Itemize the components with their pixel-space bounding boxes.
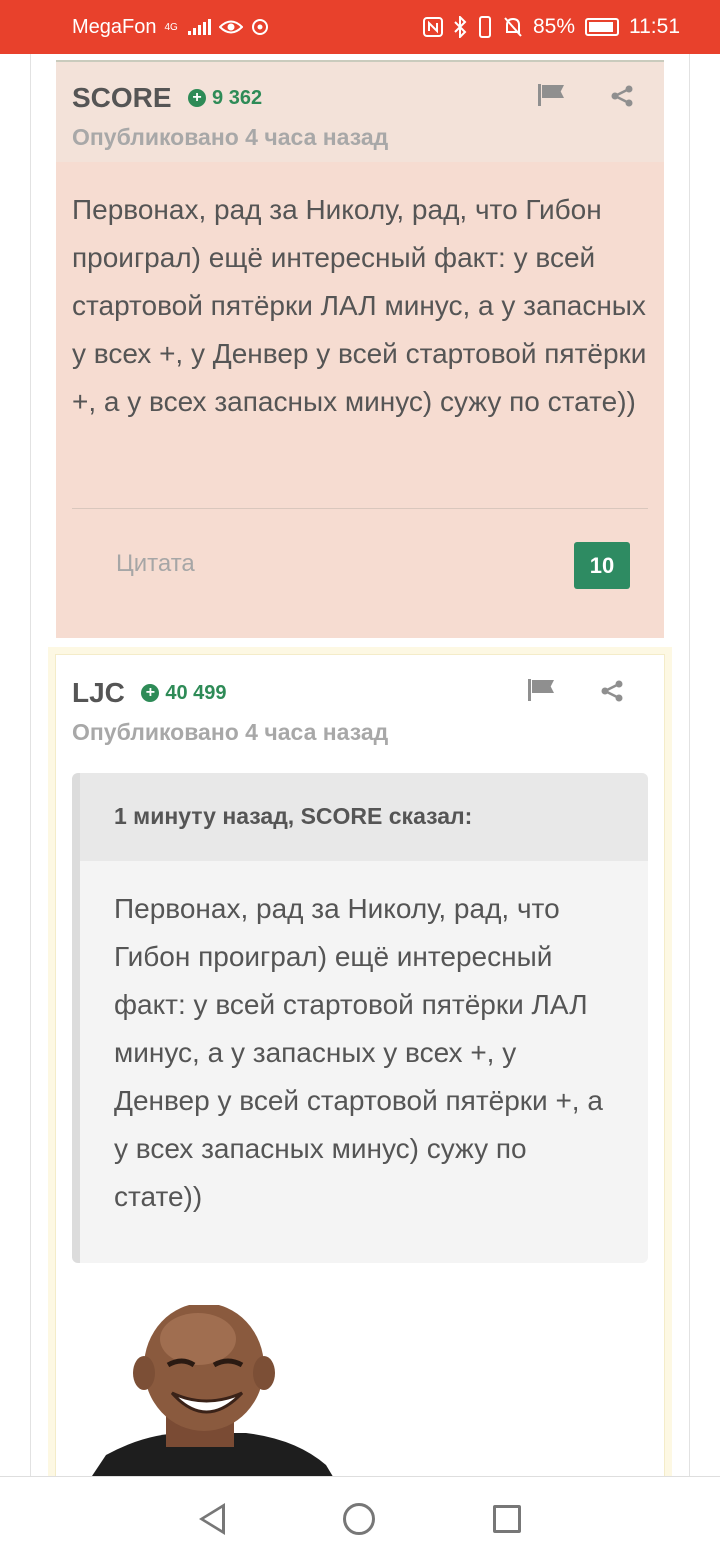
author-name[interactable]: SCORE [72,82,172,114]
carrier-name: MegaFon [72,15,157,38]
nfc-icon [422,17,443,37]
plus-icon: + [188,89,207,107]
reputation-value: 40 499 [165,681,227,704]
divider [72,508,648,509]
battery-icon [585,18,619,36]
bluetooth-icon [454,16,467,38]
signal-icon [187,19,211,35]
quote-citation[interactable]: 1 минуту назад, SCORE сказал: [80,773,648,861]
post-body: Первонах, рад за Николу, рад, что Гибон … [72,194,647,417]
network-type: 4G [164,21,178,33]
quote-body: Первонах, рад за Николу, рад, что Гибон … [114,893,603,1212]
system-nav-bar [0,1476,720,1560]
reputation-badge: + 40 499 [141,681,227,705]
reputation-value: 9 362 [212,86,263,109]
eye-icon [218,20,243,34]
nav-back-icon[interactable] [199,1502,225,1535]
post-date: Опубликовано 4 часа назад [72,124,389,150]
quote-button[interactable]: Цитата [116,550,195,578]
clock: 11:51 [629,15,680,38]
vibrate-icon [478,16,491,38]
forum-post: SCORE + 9 362 Опубликовано 4 часа назад … [56,60,664,638]
blockquote: 1 минуту назад, SCORE сказал: Первонах, … [72,773,648,1263]
forum-post: LJC + 40 499 Опубликовано 4 часа назад 1… [48,647,672,1476]
flag-icon[interactable] [538,84,564,106]
battery-percent: 85% [532,15,575,38]
post-date: Опубликовано 4 часа назад [72,719,389,745]
share-icon[interactable] [600,679,624,703]
post-header: LJC + 40 499 Опубликовано 4 часа назад [72,655,648,765]
share-icon[interactable] [610,84,634,108]
mute-icon [504,17,522,37]
author-name[interactable]: LJC [72,677,125,709]
flag-icon[interactable] [528,679,554,701]
status-bar: MegaFon 4G 85% 11:51 [0,0,720,54]
likes-badge[interactable]: 10 [574,542,630,589]
meme-image [86,1305,346,1476]
plus-icon: + [141,684,160,702]
post-header: SCORE + 9 362 Опубликовано 4 часа назад [56,62,664,162]
nav-home-icon[interactable] [343,1502,375,1535]
forum-page[interactable]: SCORE + 9 362 Опубликовано 4 часа назад … [0,54,720,1476]
nav-recent-icon[interactable] [493,1504,521,1533]
reputation-badge: + 9 362 [188,87,262,110]
sync-icon [251,19,268,35]
